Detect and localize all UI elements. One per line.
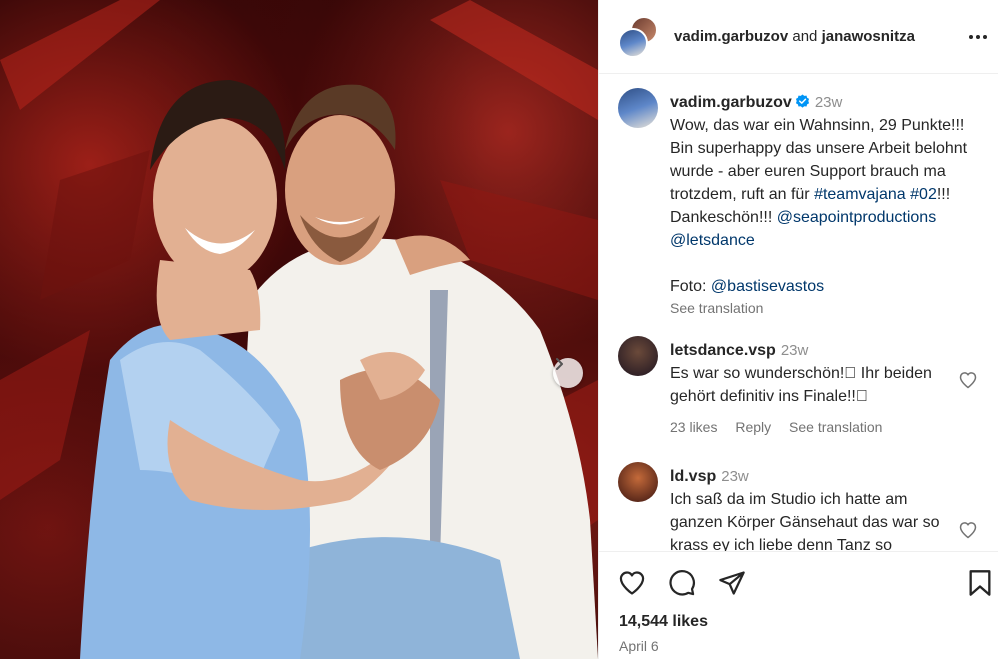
likes-count[interactable]: 14,544 likes [619, 613, 708, 631]
post-authors: vadim.garbuzov and janawosnitza [674, 28, 915, 45]
share-button[interactable] [717, 570, 747, 600]
comments-section[interactable]: vadim.garbuzov 23w Wow, das war ein Wahns… [599, 74, 998, 551]
comment-text: Es war so wunderschön!  Ihr beiden gehör… [670, 365, 932, 405]
post-photo[interactable] [0, 0, 598, 659]
more-horizontal-icon [968, 27, 988, 45]
comment-button[interactable] [667, 569, 697, 602]
mention-link[interactable]: @seapointproductions [777, 209, 936, 226]
post-side-panel: vadim.garbuzov and janawosnitza vadim.ga… [598, 0, 998, 659]
hashtag-link[interactable]: #teamvajana [814, 186, 906, 203]
hashtag-link[interactable]: #02 [910, 186, 937, 203]
and-text: and [792, 28, 818, 45]
author-link[interactable]: vadim.garbuzov [674, 28, 788, 45]
bookmark-icon [967, 569, 993, 602]
comment-like-button[interactable] [958, 520, 980, 542]
comment-likes-link[interactable]: 23 likes [670, 419, 717, 435]
reply-button[interactable]: Reply [735, 419, 771, 435]
comment-time[interactable]: 23w [721, 468, 749, 485]
collab-avatars[interactable] [618, 15, 660, 58]
caption-text: Wow, das war ein Wahnsinn, 29 Punkte!!! … [670, 114, 990, 298]
carousel-next-button[interactable] [553, 358, 583, 388]
heart-outline-icon [618, 569, 646, 602]
comment-icon [668, 569, 696, 602]
see-translation-link[interactable]: See translation [670, 298, 990, 318]
share-icon [718, 569, 746, 602]
author-link[interactable]: janawosnitza [822, 28, 915, 45]
like-button[interactable] [617, 570, 647, 600]
comment-username[interactable]: letsdance.vsp [670, 342, 776, 359]
caption-time[interactable]: 23w [815, 94, 843, 111]
caption-username[interactable]: vadim.garbuzov [670, 94, 792, 111]
post-date[interactable]: April 6 [619, 638, 659, 654]
photo-illustration [0, 0, 598, 659]
save-button[interactable] [965, 569, 995, 602]
comment-like-button[interactable] [958, 370, 980, 392]
avatar[interactable] [618, 336, 658, 376]
avatar[interactable] [618, 27, 648, 58]
post-header: vadim.garbuzov and janawosnitza [599, 0, 998, 74]
avatar[interactable] [618, 462, 658, 502]
comment-time[interactable]: 23w [781, 342, 809, 359]
more-options-button[interactable] [966, 24, 990, 48]
post-actions: 14,544 likes April 6 [599, 551, 998, 659]
comment-meta: 23 likes Reply See translation [670, 416, 960, 439]
heart-outline-icon [958, 522, 978, 544]
photo-credit-label: Foto: [670, 278, 707, 295]
verified-badge-icon [795, 93, 810, 108]
mention-link[interactable]: @letsdance [670, 232, 755, 249]
avatar[interactable] [618, 88, 658, 128]
heart-outline-icon [958, 372, 978, 394]
see-translation-link[interactable]: See translation [789, 419, 882, 435]
comment-username[interactable]: ld.vsp [670, 468, 716, 485]
mention-link[interactable]: @bastisevastos [711, 278, 824, 295]
comment-text: Ich saß da im Studio ich hatte am ganzen… [670, 491, 940, 551]
